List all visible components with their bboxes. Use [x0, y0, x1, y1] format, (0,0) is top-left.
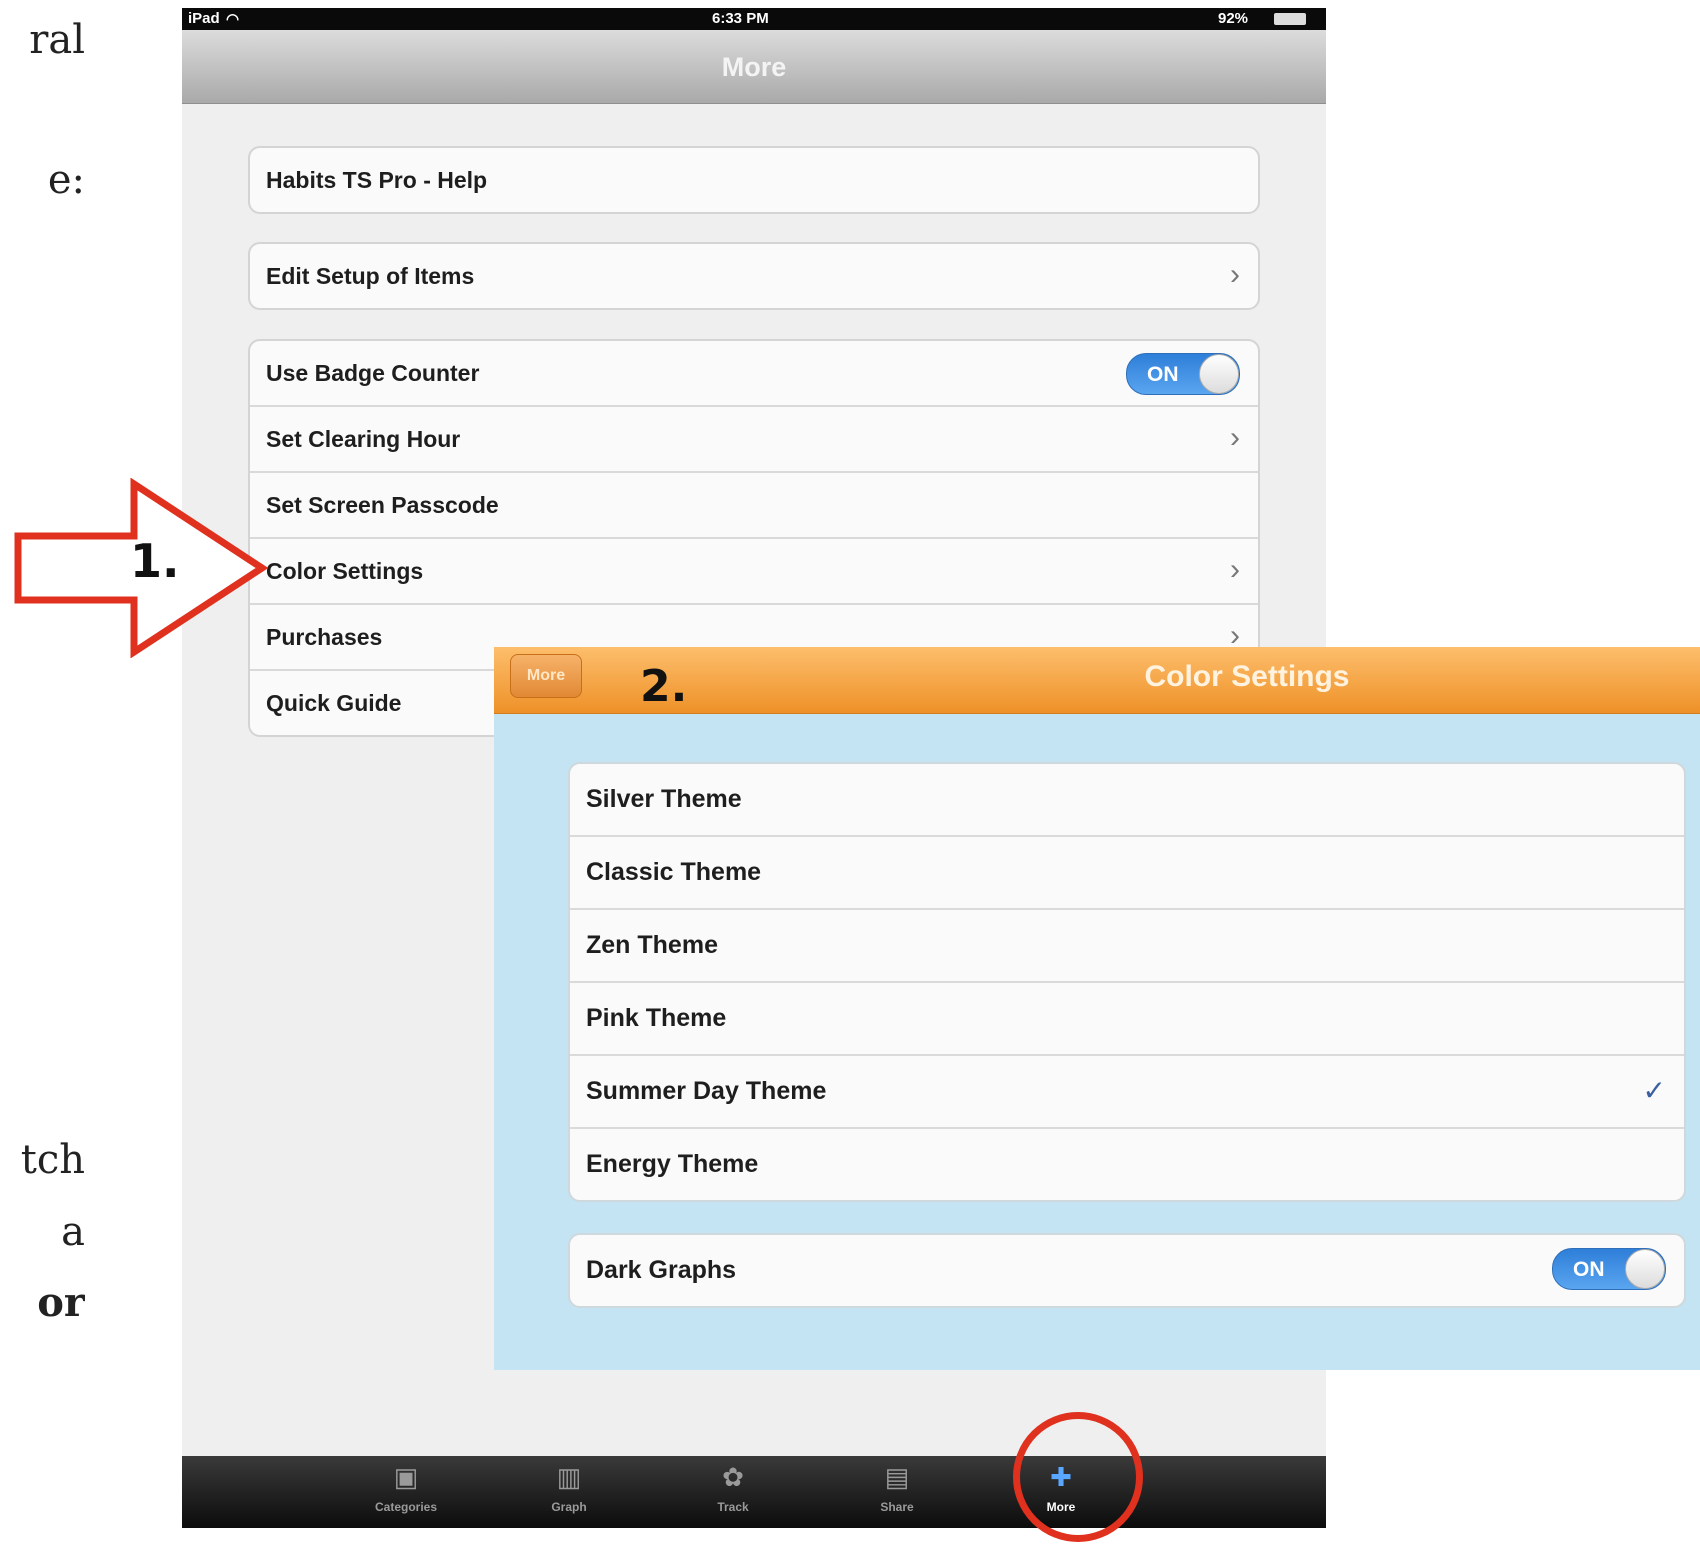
dark-graphs-toggle[interactable]: ON [1552, 1248, 1666, 1290]
badge-counter-toggle[interactable]: ON [1126, 353, 1240, 395]
battery-percent: 92% [1218, 10, 1249, 27]
theme-option-zen[interactable]: Zen Theme [570, 910, 1684, 983]
chevron-right-icon: › [1230, 421, 1240, 454]
help-label: Habits TS Pro - Help [266, 167, 488, 193]
color-settings-panel: More 2. Color Settings Silver Theme Clas… [494, 647, 1700, 1370]
page-title: More [721, 52, 787, 82]
tab-graph[interactable]: ▥ Graph [509, 1462, 629, 1514]
tab-label: Categories [374, 1500, 438, 1514]
color-settings-row[interactable]: Color Settings › [250, 539, 1258, 605]
device-label: iPad [188, 10, 220, 27]
wifi-icon: ◠ [226, 11, 240, 28]
theme-label: Classic Theme [586, 858, 762, 886]
quick-guide-label: Quick Guide [266, 690, 402, 716]
inbox-icon: ▣ [393, 1462, 419, 1492]
theme-option-pink[interactable]: Pink Theme [570, 983, 1684, 1056]
chevron-right-icon: › [1230, 553, 1240, 586]
doc-text-fragment: tch [20, 1140, 85, 1180]
theme-option-summer-day[interactable]: Summer Day Theme ✓ [570, 1056, 1684, 1129]
doc-text-fragment: a [61, 1212, 85, 1252]
clearing-hour-label: Set Clearing Hour [266, 426, 461, 452]
paw-icon: ✿ [722, 1462, 744, 1492]
clock: 6:33 PM [712, 10, 769, 27]
toggle-state: ON [1573, 1258, 1605, 1281]
toggle-knob [1199, 354, 1239, 394]
doc-text-fragment: e: [47, 160, 85, 200]
doc-text-fragment: or [37, 1283, 85, 1323]
toggle-state: ON [1147, 363, 1179, 386]
tab-label: Share [880, 1500, 914, 1514]
theme-label: Summer Day Theme [586, 1077, 827, 1105]
dark-graphs-label: Dark Graphs [586, 1256, 737, 1284]
purchases-label: Purchases [266, 624, 383, 650]
theme-option-classic[interactable]: Classic Theme [570, 837, 1684, 910]
tab-label: Graph [551, 1500, 587, 1514]
theme-label: Energy Theme [586, 1150, 759, 1178]
checkmark-icon: ✓ [1642, 1075, 1666, 1106]
step-1-callout: 1. [130, 534, 180, 588]
dark-graphs-row: Dark Graphs ON [570, 1235, 1684, 1306]
status-bar: iPad ◠ 6:33 PM 92% [182, 8, 1326, 30]
badge-counter-label: Use Badge Counter [266, 360, 480, 386]
back-button[interactable]: More [510, 654, 582, 698]
theme-option-silver[interactable]: Silver Theme [570, 764, 1684, 837]
setup-group: Edit Setup of Items › [248, 242, 1260, 310]
doc-text-fragment: ral [29, 20, 85, 60]
color-settings-title: Color Settings [1144, 660, 1350, 693]
speech-bubble-icon: ▤ [884, 1462, 910, 1492]
dark-graphs-group: Dark Graphs ON [568, 1233, 1686, 1308]
color-settings-label: Color Settings [266, 558, 424, 584]
theme-label: Silver Theme [586, 785, 742, 813]
tab-label: Track [717, 1500, 749, 1514]
help-group: Habits TS Pro - Help [248, 146, 1260, 214]
theme-label: Zen Theme [586, 931, 718, 959]
screen-passcode-row[interactable]: Set Screen Passcode [250, 473, 1258, 539]
step-2-callout: 2. [640, 661, 688, 712]
theme-list: Silver Theme Classic Theme Zen Theme Pin… [568, 762, 1686, 1202]
edit-setup-row[interactable]: Edit Setup of Items › [250, 244, 1258, 308]
chevron-right-icon: › [1230, 258, 1240, 291]
tab-categories[interactable]: ▣ Categories [346, 1462, 466, 1514]
badge-counter-row: Use Badge Counter ON [250, 341, 1258, 407]
color-settings-nav-bar: More 2. Color Settings [494, 647, 1700, 714]
battery-icon [1274, 13, 1306, 25]
tab-bar: ▣ Categories ▥ Graph ✿ Track ▤ Share ✚ M… [182, 1456, 1326, 1528]
tab-track[interactable]: ✿ Track [673, 1462, 793, 1514]
theme-label: Pink Theme [586, 1004, 727, 1032]
tab-share[interactable]: ▤ Share [837, 1462, 957, 1514]
screen-passcode-label: Set Screen Passcode [266, 492, 499, 518]
theme-option-energy[interactable]: Energy Theme [570, 1129, 1684, 1200]
more-tab-highlight-circle [1013, 1412, 1143, 1542]
nav-bar: More [182, 30, 1326, 104]
clearing-hour-row[interactable]: Set Clearing Hour › [250, 407, 1258, 473]
edit-setup-label: Edit Setup of Items [266, 263, 475, 289]
help-row[interactable]: Habits TS Pro - Help [250, 148, 1258, 212]
bar-chart-icon: ▥ [556, 1462, 582, 1492]
toggle-knob [1625, 1249, 1665, 1289]
